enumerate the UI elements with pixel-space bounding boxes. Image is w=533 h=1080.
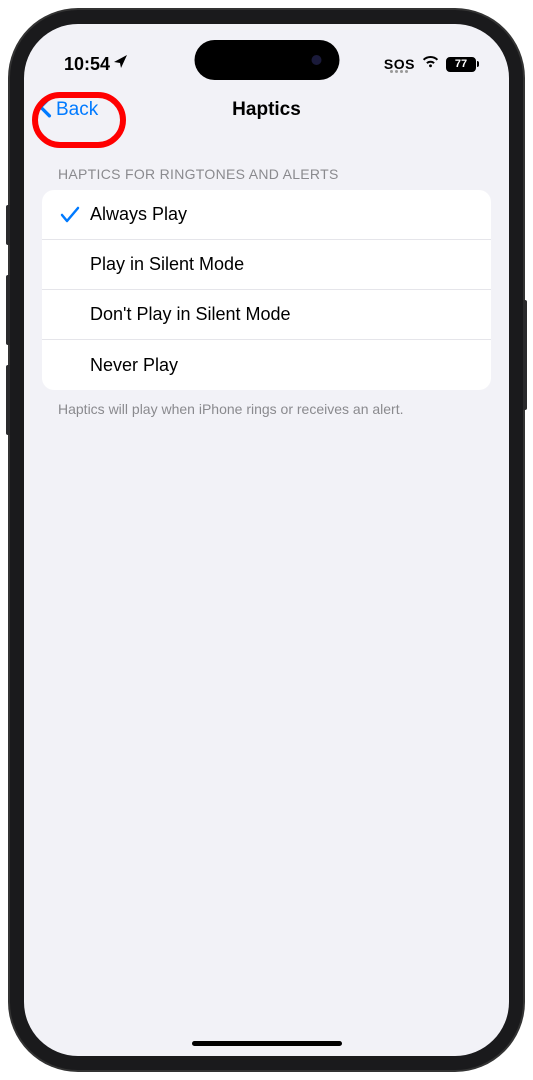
volume-switch: [6, 205, 10, 245]
option-never-play[interactable]: Never Play: [42, 340, 491, 390]
checkmark-icon: [60, 206, 90, 224]
status-right: SOS 77: [384, 54, 479, 74]
battery-level: 77: [455, 58, 467, 70]
option-label: Always Play: [90, 204, 187, 225]
option-always-play[interactable]: Always Play: [42, 190, 491, 240]
phone-frame: 10:54 SOS: [10, 10, 523, 1070]
back-button[interactable]: Back: [38, 96, 98, 124]
sos-indicator: SOS: [384, 56, 415, 73]
options-list: Always Play Play in Silent Mode Don't Pl…: [42, 190, 491, 390]
wifi-icon: [421, 54, 440, 74]
dynamic-island: [194, 40, 339, 80]
status-left: 10:54: [64, 54, 129, 75]
page-title: Haptics: [232, 99, 301, 121]
nav-bar: Back Haptics: [24, 84, 509, 136]
volume-down-button: [6, 365, 10, 435]
section-footer: Haptics will play when iPhone rings or r…: [42, 390, 491, 429]
back-label: Back: [56, 99, 98, 121]
home-indicator[interactable]: [192, 1041, 342, 1046]
status-time: 10:54: [64, 54, 110, 75]
section-header: HAPTICS FOR RINGTONES AND ALERTS: [42, 136, 491, 190]
option-play-silent[interactable]: Play in Silent Mode: [42, 240, 491, 290]
chevron-left-icon: [38, 96, 52, 124]
content: HAPTICS FOR RINGTONES AND ALERTS Always …: [24, 136, 509, 429]
volume-up-button: [6, 275, 10, 345]
power-button: [523, 300, 527, 410]
option-label: Play in Silent Mode: [90, 254, 244, 275]
option-label: Don't Play in Silent Mode: [90, 304, 291, 325]
location-icon: [113, 54, 129, 75]
option-label: Never Play: [90, 355, 178, 376]
option-dont-play-silent[interactable]: Don't Play in Silent Mode: [42, 290, 491, 340]
battery-icon: 77: [446, 57, 479, 72]
screen: 10:54 SOS: [24, 24, 509, 1056]
